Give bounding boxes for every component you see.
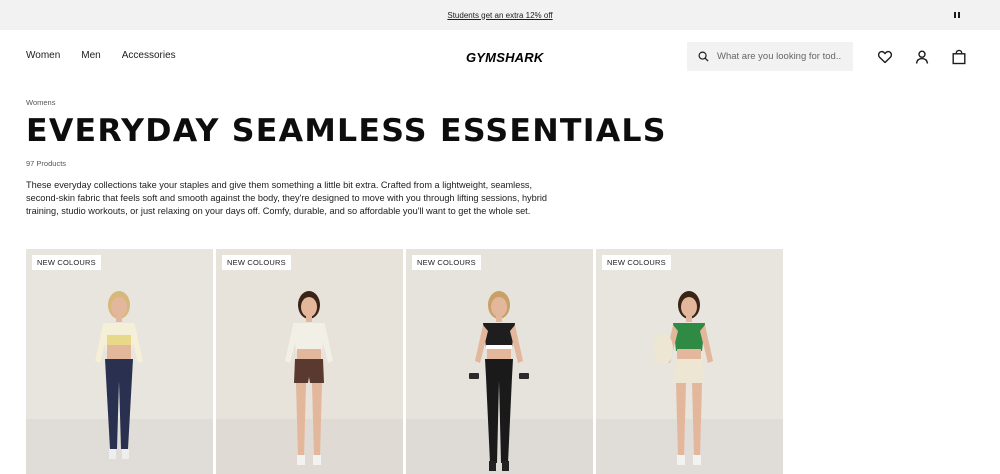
site-header: Women Men Accessories GYMSHARK (0, 30, 1000, 84)
promo-link[interactable]: Students get an extra 12% off (447, 11, 552, 20)
product-count: 97 Products (26, 159, 67, 168)
nav-women[interactable]: Women (26, 50, 60, 61)
main-nav: Women Men Accessories (26, 50, 176, 61)
search-box[interactable] (687, 42, 853, 71)
nav-men[interactable]: Men (81, 50, 100, 61)
product-card[interactable]: NEW COLOURS (406, 249, 593, 474)
search-icon (698, 51, 709, 62)
bag-icon[interactable] (951, 49, 967, 65)
nav-accessories[interactable]: Accessories (122, 50, 176, 61)
new-colours-badge: NEW COLOURS (222, 255, 291, 270)
heart-icon[interactable] (877, 49, 893, 65)
product-card[interactable]: NEW COLOURS (216, 249, 403, 474)
promo-bar: Students get an extra 12% off (0, 0, 1000, 30)
collection-description: These everyday collections take your sta… (26, 180, 547, 216)
product-image (469, 291, 529, 471)
product-image (285, 291, 333, 465)
pause-icon[interactable] (954, 11, 962, 19)
search-input[interactable] (717, 51, 841, 62)
product-card[interactable]: NEW COLOURS (596, 249, 783, 474)
product-card[interactable]: NEW COLOURS (26, 249, 213, 474)
product-grid: NEW COLOURS NEW COLOURS NEW COLOURS NEW … (26, 249, 783, 474)
new-colours-badge: NEW COLOURS (602, 255, 671, 270)
new-colours-badge: NEW COLOURS (32, 255, 101, 270)
page-title: EVERYDAY SEAMLESS ESSENTIALS (26, 113, 667, 149)
breadcrumb[interactable]: Womens (26, 98, 55, 107)
logo[interactable]: GYMSHARK (466, 50, 543, 65)
new-colours-badge: NEW COLOURS (412, 255, 481, 270)
user-icon[interactable] (914, 49, 930, 65)
product-image (653, 291, 713, 465)
product-image (95, 291, 143, 459)
